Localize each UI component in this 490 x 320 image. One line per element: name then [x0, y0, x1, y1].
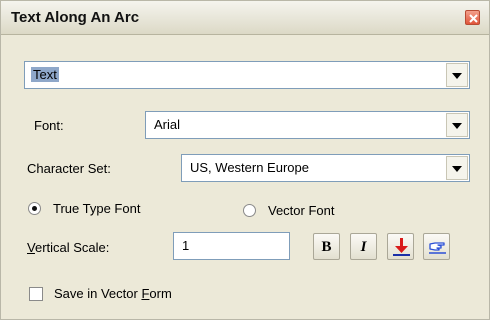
chevron-down-icon: [452, 123, 462, 129]
radio-selected-dot: [32, 206, 37, 211]
chevron-down-icon: [452, 166, 462, 172]
character-set-value: US, Western Europe: [190, 160, 309, 175]
true-type-font-radio[interactable]: [28, 202, 41, 215]
true-type-font-label[interactable]: True Type Font: [53, 201, 140, 216]
vertical-scale-label-rest: ertical Scale:: [34, 240, 110, 255]
baseline-arrow-button[interactable]: [387, 233, 414, 260]
text-along-arc-dialog: Text Along An Arc Text Font: Arial Chara…: [0, 0, 490, 320]
font-label: Font:: [34, 118, 64, 133]
mode-select[interactable]: Text: [24, 61, 470, 89]
title-bar[interactable]: Text Along An Arc: [1, 1, 489, 35]
vertical-scale-value: 1: [182, 238, 190, 253]
italic-icon: I: [360, 239, 367, 255]
pointing-hand-icon: [429, 242, 446, 254]
vertical-scale-input[interactable]: 1: [173, 232, 290, 260]
chevron-down-icon: [452, 73, 462, 79]
bold-icon: B: [321, 239, 332, 255]
save-vector-label-rest: orm: [149, 286, 172, 301]
arrow-down-icon: [393, 238, 410, 256]
character-set-label: Character Set:: [27, 161, 111, 176]
font-select-dropdown-button[interactable]: [446, 113, 468, 137]
font-select-value: Arial: [154, 117, 181, 132]
character-set-dropdown-button[interactable]: [446, 156, 468, 180]
save-in-vector-form-label[interactable]: Save in Vector Form: [54, 286, 172, 301]
save-in-vector-form-checkbox[interactable]: [29, 287, 43, 301]
pointing-hand-button[interactable]: [423, 233, 450, 260]
character-set-select[interactable]: US, Western Europe: [181, 154, 470, 182]
vector-font-label[interactable]: Vector Font: [268, 203, 334, 218]
mode-select-text: Text: [31, 67, 59, 82]
italic-button[interactable]: I: [350, 233, 377, 260]
save-vector-label-prefix: Save in Vector: [54, 286, 142, 301]
vector-font-radio[interactable]: [243, 204, 256, 217]
font-select[interactable]: Arial: [145, 111, 470, 139]
vertical-scale-label: Vertical Scale:: [27, 240, 109, 255]
window-title: Text Along An Arc: [11, 9, 140, 26]
close-button[interactable]: [465, 10, 480, 25]
mode-select-value: Text: [31, 67, 59, 82]
mode-select-dropdown-button[interactable]: [446, 63, 468, 87]
bold-button[interactable]: B: [313, 233, 340, 260]
vertical-scale-accel-key: V: [27, 240, 35, 255]
